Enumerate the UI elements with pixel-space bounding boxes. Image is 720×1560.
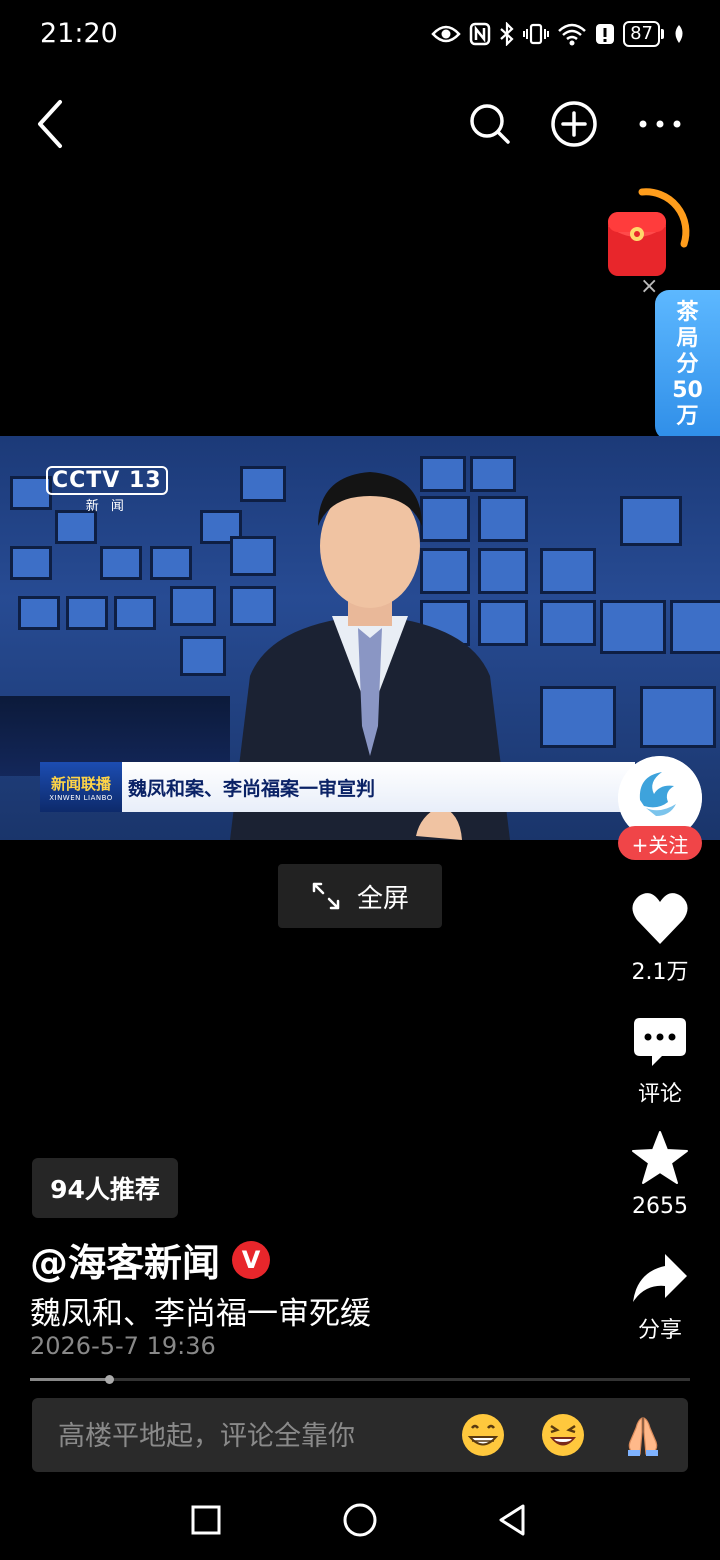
red-packet-button[interactable] [606,186,692,282]
star-icon [632,1131,688,1184]
nfc-icon [469,22,491,46]
search-icon [470,104,510,144]
follow-button[interactable]: +关注 [618,826,702,860]
eye-icon [431,25,461,43]
favorite-button[interactable]: 2655 [620,1130,700,1219]
comment-label: 评论 [637,1082,682,1107]
expand-icon [312,882,340,910]
comment-icon [634,1018,686,1066]
nav-home-button[interactable] [340,1500,380,1540]
bluetooth-icon [500,22,514,46]
promo-text-5: 万 [676,404,699,429]
back-button[interactable] [22,96,78,152]
laughing-emoji-icon[interactable] [540,1412,586,1458]
chevron-left-icon [38,100,62,148]
share-arrow-icon [633,1254,687,1302]
comment-button[interactable]: 评论 [620,1016,700,1108]
promo-text-3: 分 [676,352,699,377]
video-player[interactable]: CCTV 13 新 闻 新闻联播 XINWEN LIANBO 魏凤和案、李尚福案… [0,436,720,840]
fullscreen-label: 全屏 [356,883,409,914]
battery-indicator: 87 [623,21,664,47]
share-button[interactable]: 分享 [620,1252,700,1344]
video-caption: 魏凤和、李尚福一审死缓 [30,1296,371,1332]
heart-icon [632,893,688,944]
promo-text-1: 茶 [676,300,699,325]
battery-level: 87 [623,21,660,47]
status-icons: 87 [431,18,686,50]
plus-circle-icon [551,101,597,147]
circle-icon [343,1503,377,1537]
leaf-icon [675,25,683,43]
favorite-count: 2655 [632,1194,688,1219]
red-packet-icon [608,188,690,276]
add-button[interactable] [546,96,602,152]
recommend-badge[interactable]: 94人推荐 [32,1158,178,1218]
alert-icon [596,24,615,44]
cctv-logo: CCTV 13 新 闻 [46,466,168,514]
program-logo: 新闻联播 XINWEN LIANBO [40,762,122,812]
comment-bar [32,1398,688,1474]
like-button[interactable]: 2.1万 [620,892,700,986]
search-button[interactable] [462,96,518,152]
progress-fill [30,1378,110,1381]
like-count: 2.1万 [631,960,689,985]
progress-track[interactable] [30,1378,690,1381]
promo-text-4: 50 [672,378,703,403]
progress-handle[interactable] [105,1375,115,1384]
news-headline-banner: 新闻联播 XINWEN LIANBO 魏凤和案、李尚福案一审宣判 [40,762,635,812]
share-label: 分享 [637,1318,682,1343]
promo-text-2: 局 [676,326,699,351]
more-button[interactable] [632,96,688,152]
news-headline: 魏凤和案、李尚福案一审宣判 [122,762,635,812]
nav-recents-button[interactable] [186,1500,226,1540]
nav-back-button[interactable] [492,1500,532,1540]
promo-banner[interactable]: 茶 局 分 50 万 [655,290,720,440]
status-time: 21:20 [40,18,118,49]
wifi-icon [558,23,586,46]
verified-badge: V [232,1240,271,1279]
square-icon [191,1505,221,1535]
promo-close-button[interactable]: × [640,274,658,299]
author-name[interactable]: @海客新闻 [30,1232,220,1287]
author-row[interactable]: @海客新闻 V [30,1232,271,1287]
pray-hands-icon[interactable] [620,1412,666,1458]
grin-emoji-icon[interactable] [460,1412,506,1458]
more-horizontal-icon [639,120,681,128]
comment-input[interactable] [56,1398,440,1474]
post-datetime: 2026-5-7 19:36 [30,1332,216,1360]
fullscreen-button[interactable]: 全屏 [278,864,442,928]
triangle-back-icon [499,1504,525,1536]
vibrate-icon [523,23,550,45]
